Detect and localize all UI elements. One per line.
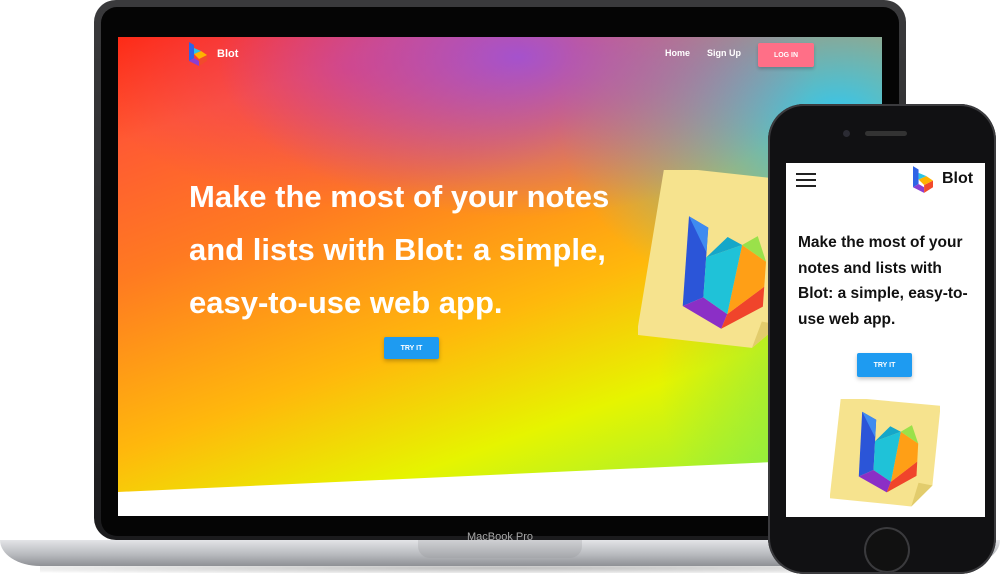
phone-speaker xyxy=(865,131,907,136)
nav-home-link[interactable]: Home xyxy=(665,48,690,58)
nav-signup-link[interactable]: Sign Up xyxy=(707,48,741,58)
phone-nav-brand[interactable]: Blot xyxy=(942,170,973,188)
blot-logo-icon[interactable] xyxy=(189,42,207,66)
blot-logo-icon[interactable] xyxy=(913,166,933,193)
phone-camera xyxy=(843,130,850,137)
sticky-note-logo-icon xyxy=(638,170,788,348)
phone-home-button[interactable] xyxy=(864,527,910,573)
phone-try-it-button[interactable]: TRY IT xyxy=(857,353,912,377)
nav-brand[interactable]: Blot xyxy=(217,48,238,60)
phone-screen: Blot Make the most of your notes and lis… xyxy=(786,163,985,517)
try-it-button[interactable]: TRY IT xyxy=(384,337,439,359)
hamburger-menu-icon[interactable] xyxy=(796,173,816,187)
sticky-note-logo-icon xyxy=(830,399,940,507)
login-button[interactable]: LOG IN xyxy=(758,43,814,67)
phone-hero-headline: Make the most of your notes and lists wi… xyxy=(798,234,968,328)
hero-headline: Make the most of your notes and lists wi… xyxy=(189,179,610,320)
